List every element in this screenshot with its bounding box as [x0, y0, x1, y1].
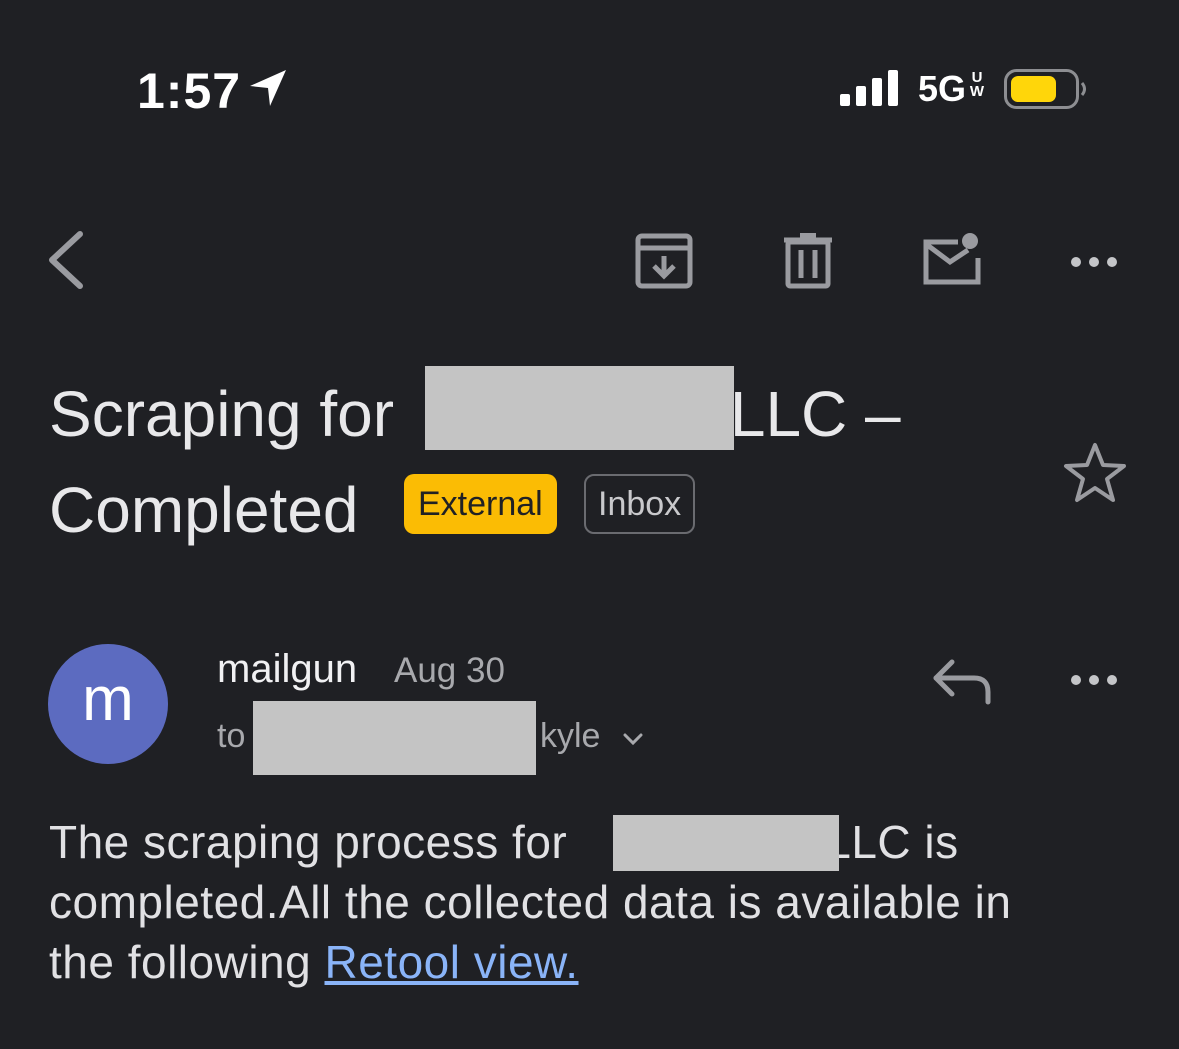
- body-part4: the following: [49, 936, 325, 988]
- body-part3: completed.All the collected data is avai…: [49, 876, 1012, 928]
- subject-redaction: [425, 366, 734, 450]
- trash-icon[interactable]: [776, 228, 840, 292]
- email-body: The scraping process for LLC is completed…: [49, 812, 1149, 992]
- network-badge: U W: [967, 70, 987, 100]
- archive-icon[interactable]: [632, 228, 696, 292]
- more-icon[interactable]: [1066, 248, 1122, 276]
- message-more-icon[interactable]: [1066, 666, 1122, 694]
- inbox-label[interactable]: Inbox: [584, 474, 696, 534]
- signal-icon: [840, 70, 898, 106]
- back-icon[interactable]: [40, 228, 92, 292]
- network-type: 5G: [918, 68, 967, 109]
- subject-part2: LLC –: [729, 378, 901, 450]
- avatar[interactable]: m: [48, 644, 168, 764]
- recipient-name[interactable]: kyle: [540, 717, 600, 756]
- sender-name[interactable]: mailgun: [217, 647, 357, 692]
- body-part1: The scraping process for: [49, 816, 568, 868]
- retool-link[interactable]: Retool view.: [325, 936, 579, 988]
- chevron-down-icon[interactable]: [622, 728, 644, 750]
- recipient-redaction: [253, 701, 536, 775]
- body-redaction: [613, 815, 839, 871]
- status-time: 1:57: [137, 63, 242, 119]
- reply-icon[interactable]: [930, 656, 996, 706]
- location-arrow-icon: [250, 70, 286, 106]
- star-icon[interactable]: [1062, 440, 1128, 506]
- body-part2: LLC is: [825, 816, 959, 868]
- subject-part3: Completed: [49, 474, 359, 546]
- recipient-prefix: to: [217, 717, 246, 755]
- subject-part1: Scraping for: [49, 378, 412, 450]
- external-label: External: [404, 474, 557, 534]
- email-date: Aug 30: [394, 651, 505, 690]
- network-badge-bottom: W: [969, 83, 985, 100]
- mark-unread-icon[interactable]: [918, 228, 982, 292]
- battery-icon: [1004, 69, 1086, 109]
